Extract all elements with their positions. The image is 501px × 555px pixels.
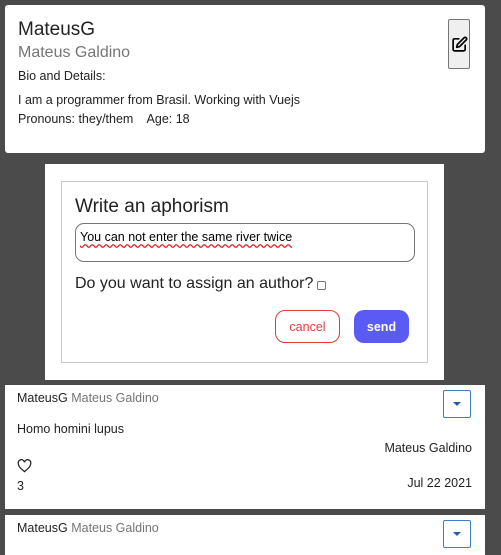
post-menu-button[interactable]: [443, 520, 471, 548]
cancel-button[interactable]: cancel: [275, 310, 340, 343]
heart-icon[interactable]: [17, 459, 32, 473]
caret-down-icon: [453, 532, 461, 536]
assign-author-checkbox[interactable]: [317, 281, 326, 290]
aphorism-panel: Write an aphorism You can not enter the …: [45, 164, 444, 380]
caret-down-icon: [453, 402, 461, 406]
post-date: Jul 22 2021: [407, 476, 472, 490]
pronouns-age: Pronouns: they/them Age: 18: [18, 112, 190, 126]
bio-text: I am a programmer from Brasil. Working w…: [18, 93, 301, 107]
edit-profile-button[interactable]: [448, 19, 470, 69]
edit-icon: [451, 36, 467, 52]
post-header: MateusG Mateus Galdino: [17, 391, 159, 405]
profile-username: MateusG: [18, 19, 96, 40]
form-title: Write an aphorism: [75, 196, 229, 217]
post-username: MateusG: [17, 391, 68, 405]
like-count: 3: [17, 479, 24, 493]
post-full-name: Mateus Galdino: [71, 391, 159, 405]
profile-full-name: Mateus Galdino: [18, 44, 131, 61]
send-button[interactable]: send: [354, 310, 409, 343]
post-menu-button[interactable]: [443, 390, 471, 418]
post-card: MateusG Mateus Galdino: [5, 515, 485, 555]
profile-card: MateusG Mateus Galdino Bio and Details: …: [5, 5, 485, 153]
post-full-name: Mateus Galdino: [71, 521, 159, 535]
aphorism-input[interactable]: You can not enter the same river twice: [75, 223, 415, 262]
assign-author-label: Do you want to assign an author?: [75, 275, 314, 292]
post-card: MateusG Mateus Galdino Homo homini lupus…: [5, 385, 485, 509]
aphorism-form: Write an aphorism You can not enter the …: [61, 181, 428, 363]
post-author: Mateus Galdino: [384, 441, 472, 455]
post-header: MateusG Mateus Galdino: [17, 521, 159, 535]
post-text: Homo homini lupus: [17, 422, 124, 436]
bio-heading: Bio and Details:: [18, 69, 106, 83]
post-username: MateusG: [17, 521, 68, 535]
